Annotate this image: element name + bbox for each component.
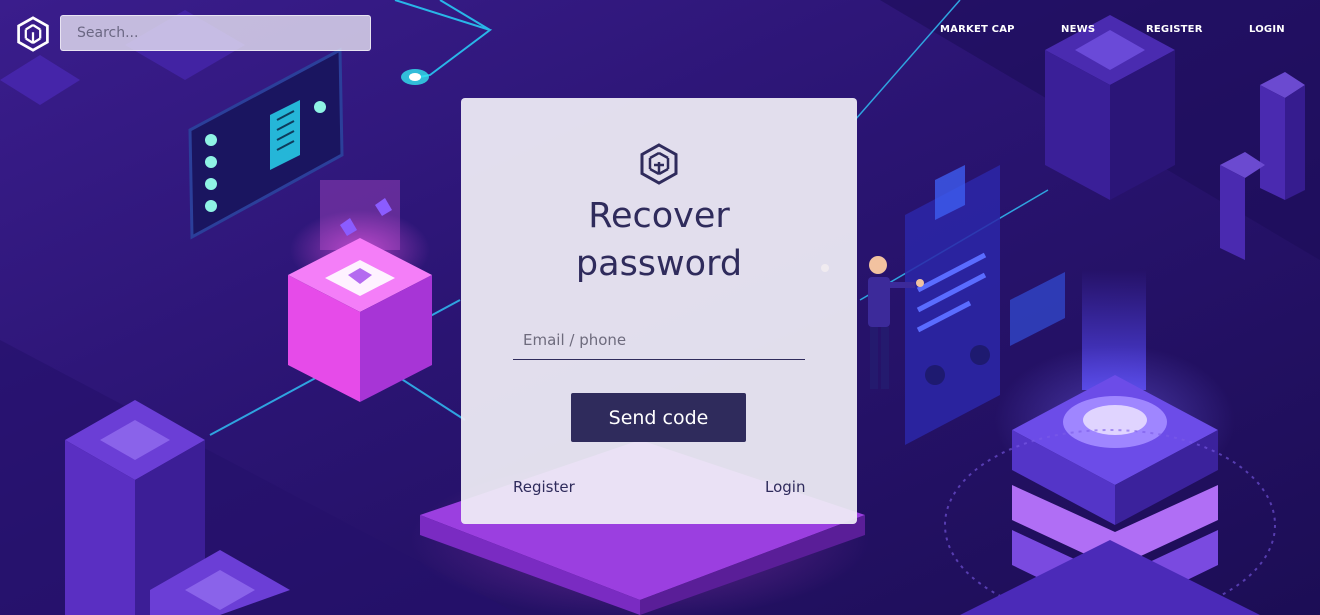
title-line-1: Recover [588, 196, 730, 236]
title-line-2: password [575, 244, 743, 284]
nav-login-link[interactable]: LOGIN [1249, 24, 1285, 35]
recover-password-card: Recover password Send code Register Logi… [461, 98, 857, 524]
search-input[interactable] [60, 15, 371, 51]
top-navbar: MARKET CAP NEWS REGISTER LOGIN [0, 0, 1320, 64]
nav-news-link[interactable]: NEWS [1061, 24, 1095, 35]
nav-register-link[interactable]: REGISTER [1146, 24, 1203, 35]
email-phone-field[interactable] [513, 320, 805, 360]
register-link[interactable]: Register [513, 478, 575, 496]
page-title: Recover password [461, 192, 857, 288]
cube-logo-icon[interactable] [15, 16, 51, 52]
send-code-button[interactable]: Send code [571, 393, 746, 442]
nav-market-cap-link[interactable]: MARKET CAP [940, 24, 1015, 35]
login-link[interactable]: Login [765, 478, 805, 496]
cube-logo-icon [640, 143, 678, 185]
